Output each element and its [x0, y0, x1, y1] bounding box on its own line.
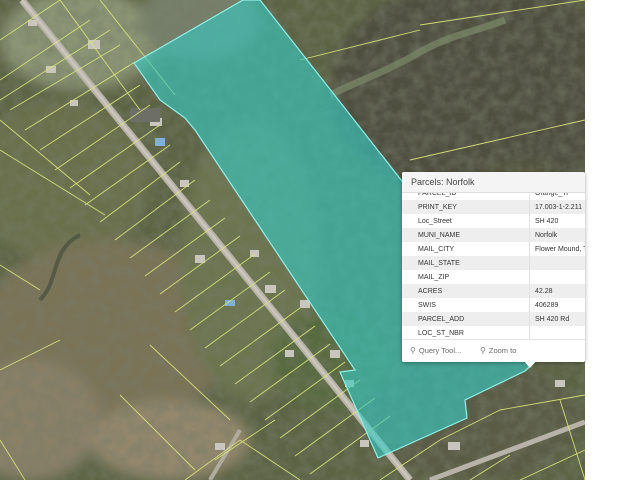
attribute-row: LOC_ST_NBR [402, 326, 585, 339]
attribute-key: ACRES [402, 284, 530, 298]
attribute-value: SH 420 [535, 217, 559, 225]
map-margin [585, 0, 640, 480]
popup-pointer [524, 361, 536, 368]
attribute-row: PARCEL_ADD SH 420 Rd [402, 312, 585, 326]
popup-title: Parcels: Norfolk [402, 172, 585, 193]
zoom-to-label: Zoom to [488, 346, 517, 355]
attribute-table: PARCEL_ID Orange_Tr PRINT_KEY 17.003-1-2.21… [402, 193, 585, 339]
attribute-row: ACRES 42.28 [402, 284, 585, 298]
query-tool-button[interactable]: ⚲ Query Tool... [410, 340, 461, 362]
attribute-key: PARCEL_ID [402, 193, 530, 200]
attribute-key: MAIL_CITY [402, 242, 530, 256]
attribute-value: Flower Mound, T [535, 245, 585, 253]
attribute-row: Loc_Street SH 420 [402, 214, 585, 228]
attribute-value: Orange_Tr [535, 193, 569, 197]
attribute-value [530, 270, 586, 284]
attribute-key: PARCEL_ADD [402, 312, 530, 326]
magnifier-icon: ⚲ [480, 346, 486, 355]
query-icon: ⚲ [410, 346, 416, 355]
attribute-row: MAIL_STATE [402, 256, 585, 270]
query-tool-label: Query Tool... [418, 346, 462, 355]
attribute-key: LOC_ST_NBR [402, 326, 530, 339]
attribute-key: SWIS [402, 298, 530, 312]
attribute-value [530, 326, 586, 339]
attribute-key: MUNI_NAME [402, 228, 530, 242]
attribute-row: PRINT_KEY 17.003-1-2.211 [402, 200, 585, 214]
attribute-value [529, 256, 585, 270]
attribute-value: SH 420 Rd [529, 312, 585, 326]
popup-footer: ⚲ Query Tool... ⚲ Zoom to [402, 339, 585, 362]
attribute-key: PRINT_KEY [402, 200, 530, 214]
attribute-key: Loc_Street [402, 214, 530, 228]
attribute-key: MAIL_STATE [402, 256, 530, 270]
attribute-row: MAIL_CITY Flower Mound, T [402, 242, 585, 256]
attribute-row: SWIS 406289 [402, 298, 585, 312]
attribute-row: PARCEL_ID Orange_Tr [402, 193, 585, 200]
attribute-row: MAIL_ZIP [402, 270, 585, 284]
attribute-row: MUNI_NAME Norfolk [402, 228, 585, 242]
zoom-to-button[interactable]: ⚲ Zoom to [480, 340, 516, 362]
attribute-key: MAIL_ZIP [402, 270, 530, 284]
attribute-list[interactable]: PARCEL_ID Orange_Tr PRINT_KEY 17.003-1-2.21… [402, 193, 585, 339]
attribute-value: 42.28 [529, 284, 585, 298]
identify-popup: Parcels: Norfolk PARCEL_ID Orange_Tr PRINT… [402, 172, 585, 362]
attribute-value: Norfolk [529, 228, 585, 242]
attribute-value: 406289 [535, 301, 559, 309]
attribute-value: 17.003-1-2.211 [529, 200, 585, 214]
